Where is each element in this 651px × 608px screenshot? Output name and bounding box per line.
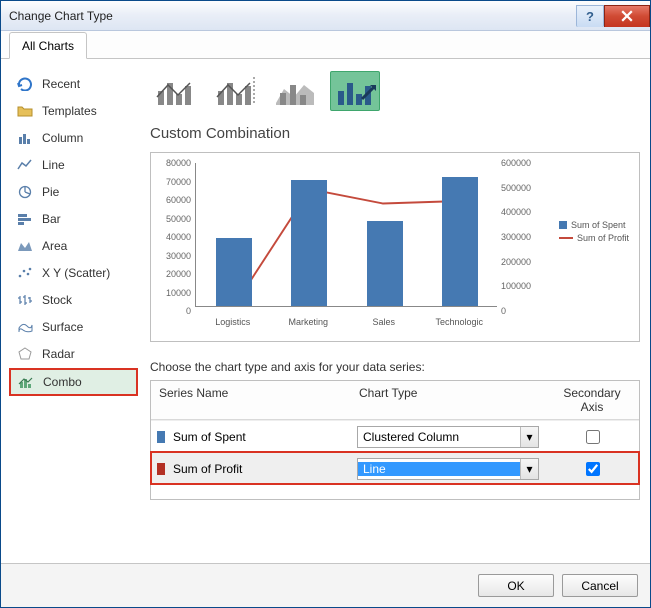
primary-y-axis: 0100002000030000400005000060000700008000… — [157, 159, 193, 307]
radar-chart-icon — [16, 346, 34, 362]
series-row-profit: Sum of Profit Line ▾ — [151, 452, 639, 484]
sidebar-item-templates[interactable]: Templates — [9, 98, 138, 124]
series-swatch — [157, 431, 165, 443]
subtype-title: Custom Combination — [150, 125, 640, 142]
sidebar-item-stock[interactable]: Stock — [9, 287, 138, 313]
surface-chart-icon — [16, 319, 34, 335]
x-axis-labels: LogisticsMarketingSalesTechnologic — [195, 317, 497, 327]
sidebar-item-pie[interactable]: Pie — [9, 179, 138, 205]
legend: Sum of Spent Sum of Profit — [559, 217, 629, 246]
sidebar-item-label: Bar — [42, 212, 61, 226]
legend-swatch-spent — [559, 221, 567, 229]
series-header-secondary: Secondary Axis — [545, 381, 639, 419]
sidebar-item-label: Pie — [42, 185, 59, 199]
subtype-clustered-column-line-secondary[interactable] — [210, 71, 260, 111]
subtype-row — [150, 67, 640, 117]
dropdown-arrow-icon: ▾ — [520, 427, 538, 447]
sidebar-item-column[interactable]: Column — [9, 125, 138, 151]
recent-icon — [16, 76, 34, 92]
sidebar-item-label: Line — [42, 158, 65, 172]
close-icon — [621, 10, 633, 22]
combo-chart-icon — [17, 374, 35, 390]
close-button[interactable] — [604, 5, 650, 27]
main-panel: Custom Combination 010000200003000040000… — [138, 67, 640, 557]
scatter-chart-icon — [16, 265, 34, 281]
plot-area — [195, 163, 497, 307]
series-header-type: Chart Type — [351, 381, 545, 419]
legend-label: Sum of Spent — [571, 220, 626, 230]
cancel-button[interactable]: Cancel — [562, 574, 638, 597]
subtype-custom-combination[interactable] — [330, 71, 380, 111]
sidebar-item-label: Recent — [42, 77, 80, 91]
secondary-y-axis: 0100000200000300000400000500000600000 — [499, 159, 543, 307]
sidebar-item-label: Area — [42, 239, 67, 253]
sidebar-item-radar[interactable]: Radar — [9, 341, 138, 367]
sidebar-item-combo[interactable]: Combo — [9, 368, 138, 396]
sidebar-item-scatter[interactable]: X Y (Scatter) — [9, 260, 138, 286]
series-name: Sum of Spent — [171, 430, 351, 444]
ok-button[interactable]: OK — [478, 574, 554, 597]
sidebar-item-recent[interactable]: Recent — [9, 71, 138, 97]
change-chart-type-dialog: Change Chart Type ? All Charts Recent Te… — [0, 0, 651, 608]
secondary-axis-checkbox-spent[interactable] — [586, 430, 600, 444]
tabstrip: All Charts — [1, 31, 650, 59]
series-swatch — [157, 463, 165, 475]
tab-all-charts[interactable]: All Charts — [9, 32, 87, 59]
series-grid: Series Name Chart Type Secondary Axis Su… — [150, 380, 640, 500]
sidebar-item-bar[interactable]: Bar — [9, 206, 138, 232]
series-prompt: Choose the chart type and axis for your … — [150, 360, 640, 374]
dropdown-arrow-icon: ▾ — [520, 459, 538, 479]
bar-chart-icon — [16, 211, 34, 227]
pie-chart-icon — [16, 184, 34, 200]
legend-label: Sum of Profit — [577, 233, 629, 243]
subtype-stacked-area-column[interactable] — [270, 71, 320, 111]
sidebar-item-area[interactable]: Area — [9, 233, 138, 259]
legend-swatch-profit — [559, 237, 573, 239]
help-button[interactable]: ? — [576, 5, 604, 27]
sidebar-item-label: Templates — [42, 104, 97, 118]
sidebar-item-label: Combo — [43, 375, 82, 389]
sidebar-item-label: Radar — [42, 347, 75, 361]
series-row-spent: Sum of Spent Clustered Column ▾ — [151, 420, 639, 452]
area-chart-icon — [16, 238, 34, 254]
sidebar: Recent Templates Column Line Pie Bar — [9, 67, 138, 557]
sidebar-item-label: Surface — [42, 320, 83, 334]
sidebar-item-line[interactable]: Line — [9, 152, 138, 178]
sidebar-item-label: Column — [42, 131, 83, 145]
chart-type-select-profit[interactable]: Line ▾ — [357, 458, 539, 480]
titlebar: Change Chart Type ? — [1, 1, 650, 31]
dialog-footer: OK Cancel — [1, 563, 650, 607]
column-chart-icon — [16, 130, 34, 146]
subtype-clustered-column-line[interactable] — [150, 71, 200, 111]
window-title: Change Chart Type — [9, 9, 113, 23]
sidebar-item-surface[interactable]: Surface — [9, 314, 138, 340]
sidebar-item-label: Stock — [42, 293, 72, 307]
sidebar-item-label: X Y (Scatter) — [42, 266, 110, 280]
folder-icon — [16, 103, 34, 119]
line-chart-icon — [16, 157, 34, 173]
series-header-name: Series Name — [151, 381, 351, 419]
secondary-axis-checkbox-profit[interactable] — [586, 462, 600, 476]
series-name: Sum of Profit — [171, 462, 351, 476]
chart-type-select-spent[interactable]: Clustered Column ▾ — [357, 426, 539, 448]
stock-chart-icon — [16, 292, 34, 308]
chart-preview: 0100002000030000400005000060000700008000… — [150, 152, 640, 342]
